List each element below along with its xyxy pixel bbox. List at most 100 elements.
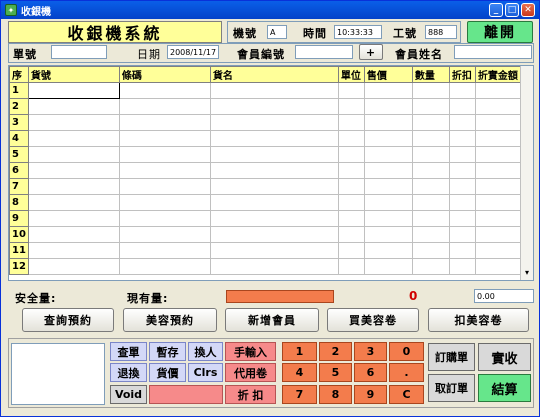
table-cell[interactable] <box>448 210 476 227</box>
table-cell[interactable] <box>27 258 120 275</box>
digit-7-key[interactable]: 7 <box>282 385 317 404</box>
table-cell[interactable] <box>363 242 413 259</box>
table-cell[interactable] <box>118 178 211 195</box>
table-cell[interactable] <box>209 226 339 243</box>
table-cell[interactable] <box>209 178 339 195</box>
table-cell[interactable] <box>363 130 413 147</box>
minimize-button[interactable]: _ <box>489 3 503 17</box>
payment-received-key[interactable]: 實收 <box>478 343 531 371</box>
table-cell[interactable] <box>209 210 339 227</box>
table-cell[interactable] <box>209 258 339 275</box>
retrieve-order-key[interactable]: 取訂單 <box>428 374 475 402</box>
table-cell[interactable] <box>209 130 339 147</box>
table-cell[interactable] <box>411 130 450 147</box>
table-cell[interactable] <box>448 194 476 211</box>
clear-entry-key[interactable]: C <box>389 385 424 404</box>
table-cell[interactable] <box>209 98 339 115</box>
clear-key[interactable]: Clrs <box>188 363 223 382</box>
table-cell[interactable] <box>448 130 476 147</box>
table-cell[interactable] <box>118 210 211 227</box>
table-cell[interactable] <box>448 178 476 195</box>
date-field[interactable]: 2008/11/17 <box>167 45 219 59</box>
table-cell[interactable] <box>411 178 450 195</box>
buy-beauty-voucher-button[interactable]: 買美容卷 <box>327 308 419 332</box>
table-cell[interactable] <box>209 114 339 131</box>
table-row[interactable]: 11 <box>9 242 526 259</box>
table-cell[interactable] <box>448 226 476 243</box>
maximize-button[interactable]: □ <box>505 3 519 17</box>
table-cell[interactable] <box>411 242 450 259</box>
digit-4-key[interactable]: 4 <box>282 363 317 382</box>
table-cell[interactable] <box>411 162 450 179</box>
column-header[interactable]: 折扣 <box>448 66 476 83</box>
exit-button[interactable]: 離開 <box>467 21 533 43</box>
table-cell[interactable] <box>448 82 476 99</box>
table-cell[interactable] <box>337 226 365 243</box>
table-scrollbar[interactable]: ▾ <box>520 66 533 280</box>
table-cell[interactable] <box>27 114 120 131</box>
table-row[interactable]: 4 <box>9 130 526 147</box>
table-row[interactable]: 2 <box>9 98 526 115</box>
table-cell[interactable] <box>363 258 413 275</box>
table-cell[interactable] <box>474 178 526 195</box>
table-cell[interactable] <box>27 194 120 211</box>
table-cell[interactable] <box>118 242 211 259</box>
member-search-button[interactable]: + <box>359 44 383 60</box>
table-cell[interactable] <box>27 162 120 179</box>
table-cell[interactable] <box>363 114 413 131</box>
table-cell[interactable] <box>474 226 526 243</box>
table-row[interactable]: 9 <box>9 210 526 227</box>
table-cell[interactable] <box>27 226 120 243</box>
table-row[interactable]: 6 <box>9 162 526 179</box>
table-cell[interactable] <box>337 178 365 195</box>
redeem-beauty-voucher-button[interactable]: 扣美容卷 <box>428 308 529 332</box>
column-header[interactable]: 序 <box>9 66 29 83</box>
table-cell[interactable] <box>27 82 120 99</box>
table-cell[interactable] <box>474 82 526 99</box>
table-cell[interactable] <box>474 114 526 131</box>
table-cell[interactable] <box>363 178 413 195</box>
table-cell[interactable] <box>118 226 211 243</box>
table-cell[interactable] <box>474 258 526 275</box>
void-key[interactable]: Void <box>110 385 147 404</box>
table-row[interactable]: 8 <box>9 194 526 211</box>
new-member-button[interactable]: 新增會員 <box>225 308 319 332</box>
close-button[interactable]: ✕ <box>521 3 535 17</box>
table-cell[interactable] <box>337 114 365 131</box>
column-header[interactable]: 貨號 <box>27 66 120 83</box>
table-cell[interactable] <box>209 82 339 99</box>
digit-8-key[interactable]: 8 <box>319 385 352 404</box>
table-cell[interactable] <box>411 210 450 227</box>
table-cell[interactable] <box>448 114 476 131</box>
table-cell[interactable] <box>448 162 476 179</box>
items-table[interactable]: 序 貨號 條碼 貨名 單位 售價 數量 折扣 折實金額 1 2 3 4 5 6 7 8 9 10 1… <box>8 65 534 281</box>
digit-1-key[interactable]: 1 <box>282 342 317 361</box>
table-cell[interactable] <box>118 258 211 275</box>
table-cell[interactable] <box>337 98 365 115</box>
table-cell[interactable] <box>118 114 211 131</box>
table-cell[interactable] <box>118 162 211 179</box>
discount-key[interactable]: 折 扣 <box>225 385 276 404</box>
query-bill-key[interactable]: 查單 <box>110 342 147 361</box>
digit-6-key[interactable]: 6 <box>354 363 387 382</box>
order-field[interactable] <box>51 45 107 59</box>
table-cell[interactable] <box>209 162 339 179</box>
table-cell[interactable] <box>118 82 211 99</box>
column-header[interactable]: 條碼 <box>118 66 211 83</box>
column-header[interactable]: 數量 <box>411 66 450 83</box>
time-field[interactable]: 10:33:33 <box>334 25 382 39</box>
amount-field[interactable]: 0.00 <box>474 289 534 303</box>
table-cell[interactable] <box>118 146 211 163</box>
column-header[interactable]: 折實金額 <box>474 66 526 83</box>
table-row[interactable]: 10 <box>9 226 526 243</box>
table-row[interactable]: 3 <box>9 114 526 131</box>
table-cell[interactable] <box>411 82 450 99</box>
table-cell[interactable] <box>448 258 476 275</box>
table-cell[interactable] <box>337 210 365 227</box>
table-cell[interactable] <box>209 242 339 259</box>
hold-key[interactable]: 暫存 <box>149 342 186 361</box>
table-cell[interactable] <box>474 146 526 163</box>
table-cell[interactable] <box>27 242 120 259</box>
table-cell[interactable] <box>474 130 526 147</box>
table-row[interactable]: 7 <box>9 178 526 195</box>
